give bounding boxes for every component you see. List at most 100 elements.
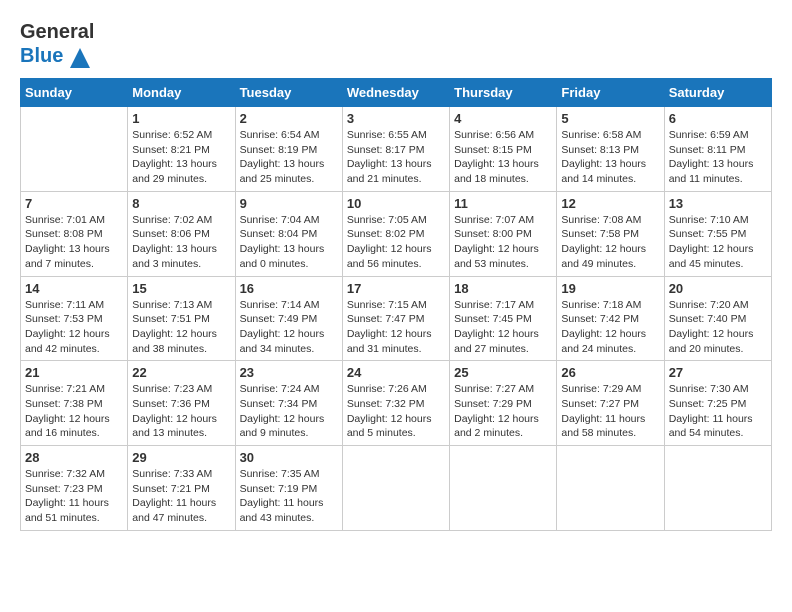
calendar-cell: 18 Sunrise: 7:17 AMSunset: 7:45 PMDayligh… bbox=[450, 276, 557, 361]
weekday-header-monday: Monday bbox=[128, 79, 235, 107]
day-number: 26 bbox=[561, 365, 659, 380]
day-info: Sunrise: 7:27 AMSunset: 7:29 PMDaylight:… bbox=[454, 382, 552, 441]
day-number: 3 bbox=[347, 111, 445, 126]
calendar-cell bbox=[342, 446, 449, 531]
calendar-cell: 4Sunrise: 6:56 AMSunset: 8:15 PMDaylight… bbox=[450, 107, 557, 192]
day-number: 4 bbox=[454, 111, 552, 126]
day-number: 25 bbox=[454, 365, 552, 380]
day-number: 27 bbox=[669, 365, 767, 380]
day-info: Sunrise: 7:33 AMSunset: 7:21 PMDaylight:… bbox=[132, 467, 230, 526]
day-number: 1 bbox=[132, 111, 230, 126]
day-number: 5 bbox=[561, 111, 659, 126]
day-number: 23 bbox=[240, 365, 338, 380]
day-info: Sunrise: 7:02 AMSunset: 8:06 PMDaylight:… bbox=[132, 213, 230, 272]
day-number: 30 bbox=[240, 450, 338, 465]
day-number: 17 bbox=[347, 281, 445, 296]
calendar-cell: 7 Sunrise: 7:01 AMSunset: 8:08 PMDaylight… bbox=[21, 191, 128, 276]
calendar-cell: 16 Sunrise: 7:14 AMSunset: 7:49 PMDayligh… bbox=[235, 276, 342, 361]
calendar-cell: 23 Sunrise: 7:24 AMSunset: 7:34 PMDayligh… bbox=[235, 361, 342, 446]
day-info: Sunrise: 7:10 AMSunset: 7:55 PMDaylight:… bbox=[669, 213, 767, 272]
calendar-cell: 25 Sunrise: 7:27 AMSunset: 7:29 PMDayligh… bbox=[450, 361, 557, 446]
day-number: 7 bbox=[25, 196, 123, 211]
calendar-cell: 28 Sunrise: 7:32 AMSunset: 7:23 PMDayligh… bbox=[21, 446, 128, 531]
week-row-5: 28 Sunrise: 7:32 AMSunset: 7:23 PMDayligh… bbox=[21, 446, 772, 531]
calendar-cell: 29Sunrise: 7:33 AMSunset: 7:21 PMDayligh… bbox=[128, 446, 235, 531]
weekday-header-tuesday: Tuesday bbox=[235, 79, 342, 107]
logo-text: General Blue bbox=[20, 20, 94, 68]
weekday-header-saturday: Saturday bbox=[664, 79, 771, 107]
calendar-cell: 6 Sunrise: 6:59 AMSunset: 8:11 PMDaylight… bbox=[664, 107, 771, 192]
calendar-cell bbox=[450, 446, 557, 531]
day-number: 8 bbox=[132, 196, 230, 211]
day-info: Sunrise: 7:04 AMSunset: 8:04 PMDaylight:… bbox=[240, 213, 338, 272]
day-info: Sunrise: 7:35 AMSunset: 7:19 PMDaylight:… bbox=[240, 467, 338, 526]
day-number: 24 bbox=[347, 365, 445, 380]
day-info: Sunrise: 7:21 AMSunset: 7:38 PMDaylight:… bbox=[25, 382, 123, 441]
calendar-cell: 15 Sunrise: 7:13 AMSunset: 7:51 PMDayligh… bbox=[128, 276, 235, 361]
day-info: Sunrise: 7:15 AMSunset: 7:47 PMDaylight:… bbox=[347, 298, 445, 357]
day-info: Sunrise: 7:17 AMSunset: 7:45 PMDaylight:… bbox=[454, 298, 552, 357]
weekday-header-sunday: Sunday bbox=[21, 79, 128, 107]
day-number: 13 bbox=[669, 196, 767, 211]
day-number: 15 bbox=[132, 281, 230, 296]
day-info: Sunrise: 7:01 AMSunset: 8:08 PMDaylight:… bbox=[25, 213, 123, 272]
calendar-cell: 10 Sunrise: 7:05 AMSunset: 8:02 PMDayligh… bbox=[342, 191, 449, 276]
day-info: Sunrise: 7:11 AMSunset: 7:53 PMDaylight:… bbox=[25, 298, 123, 357]
day-number: 12 bbox=[561, 196, 659, 211]
weekday-header-wednesday: Wednesday bbox=[342, 79, 449, 107]
logo: General Blue bbox=[20, 20, 94, 68]
calendar-cell: 12 Sunrise: 7:08 AMSunset: 7:58 PMDayligh… bbox=[557, 191, 664, 276]
calendar-cell: 13 Sunrise: 7:10 AMSunset: 7:55 PMDayligh… bbox=[664, 191, 771, 276]
day-info: Sunrise: 6:52 AMSunset: 8:21 PMDaylight:… bbox=[132, 128, 230, 187]
calendar-cell: 8 Sunrise: 7:02 AMSunset: 8:06 PMDaylight… bbox=[128, 191, 235, 276]
day-info: Sunrise: 7:24 AMSunset: 7:34 PMDaylight:… bbox=[240, 382, 338, 441]
day-number: 2 bbox=[240, 111, 338, 126]
day-info: Sunrise: 7:29 AMSunset: 7:27 PMDaylight:… bbox=[561, 382, 659, 441]
day-number: 10 bbox=[347, 196, 445, 211]
day-info: Sunrise: 7:32 AMSunset: 7:23 PMDaylight:… bbox=[25, 467, 123, 526]
day-info: Sunrise: 7:14 AMSunset: 7:49 PMDaylight:… bbox=[240, 298, 338, 357]
calendar-cell bbox=[664, 446, 771, 531]
week-row-2: 7 Sunrise: 7:01 AMSunset: 8:08 PMDaylight… bbox=[21, 191, 772, 276]
calendar-cell bbox=[557, 446, 664, 531]
day-number: 21 bbox=[25, 365, 123, 380]
logo-triangle-icon bbox=[70, 48, 90, 68]
day-info: Sunrise: 7:08 AMSunset: 7:58 PMDaylight:… bbox=[561, 213, 659, 272]
calendar-cell: 17 Sunrise: 7:15 AMSunset: 7:47 PMDayligh… bbox=[342, 276, 449, 361]
calendar-cell: 1 Sunrise: 6:52 AMSunset: 8:21 PMDaylight… bbox=[128, 107, 235, 192]
day-info: Sunrise: 6:58 AMSunset: 8:13 PMDaylight:… bbox=[561, 128, 659, 187]
calendar-cell: 26 Sunrise: 7:29 AMSunset: 7:27 PMDayligh… bbox=[557, 361, 664, 446]
day-info: Sunrise: 7:13 AMSunset: 7:51 PMDaylight:… bbox=[132, 298, 230, 357]
calendar-table: SundayMondayTuesdayWednesdayThursdayFrid… bbox=[20, 78, 772, 531]
week-row-1: 1 Sunrise: 6:52 AMSunset: 8:21 PMDaylight… bbox=[21, 107, 772, 192]
calendar-cell: 14 Sunrise: 7:11 AMSunset: 7:53 PMDayligh… bbox=[21, 276, 128, 361]
day-number: 22 bbox=[132, 365, 230, 380]
calendar-cell: 11 Sunrise: 7:07 AMSunset: 8:00 PMDayligh… bbox=[450, 191, 557, 276]
day-number: 28 bbox=[25, 450, 123, 465]
day-info: Sunrise: 7:26 AMSunset: 7:32 PMDaylight:… bbox=[347, 382, 445, 441]
weekday-header-row: SundayMondayTuesdayWednesdayThursdayFrid… bbox=[21, 79, 772, 107]
day-number: 9 bbox=[240, 196, 338, 211]
weekday-header-friday: Friday bbox=[557, 79, 664, 107]
day-info: Sunrise: 7:07 AMSunset: 8:00 PMDaylight:… bbox=[454, 213, 552, 272]
calendar-cell: 22 Sunrise: 7:23 AMSunset: 7:36 PMDayligh… bbox=[128, 361, 235, 446]
day-info: Sunrise: 6:59 AMSunset: 8:11 PMDaylight:… bbox=[669, 128, 767, 187]
page-header: General Blue bbox=[20, 20, 772, 68]
day-number: 18 bbox=[454, 281, 552, 296]
day-number: 20 bbox=[669, 281, 767, 296]
day-number: 19 bbox=[561, 281, 659, 296]
calendar-cell: 20Sunrise: 7:20 AMSunset: 7:40 PMDayligh… bbox=[664, 276, 771, 361]
day-info: Sunrise: 7:23 AMSunset: 7:36 PMDaylight:… bbox=[132, 382, 230, 441]
calendar-cell: 9 Sunrise: 7:04 AMSunset: 8:04 PMDaylight… bbox=[235, 191, 342, 276]
day-number: 11 bbox=[454, 196, 552, 211]
day-info: Sunrise: 7:30 AMSunset: 7:25 PMDaylight:… bbox=[669, 382, 767, 441]
weekday-header-thursday: Thursday bbox=[450, 79, 557, 107]
day-number: 14 bbox=[25, 281, 123, 296]
calendar-cell: 3Sunrise: 6:55 AMSunset: 8:17 PMDaylight… bbox=[342, 107, 449, 192]
day-number: 16 bbox=[240, 281, 338, 296]
day-number: 6 bbox=[669, 111, 767, 126]
calendar-cell: 24 Sunrise: 7:26 AMSunset: 7:32 PMDayligh… bbox=[342, 361, 449, 446]
day-info: Sunrise: 7:05 AMSunset: 8:02 PMDaylight:… bbox=[347, 213, 445, 272]
calendar-cell: 30 Sunrise: 7:35 AMSunset: 7:19 PMDayligh… bbox=[235, 446, 342, 531]
week-row-3: 14 Sunrise: 7:11 AMSunset: 7:53 PMDayligh… bbox=[21, 276, 772, 361]
